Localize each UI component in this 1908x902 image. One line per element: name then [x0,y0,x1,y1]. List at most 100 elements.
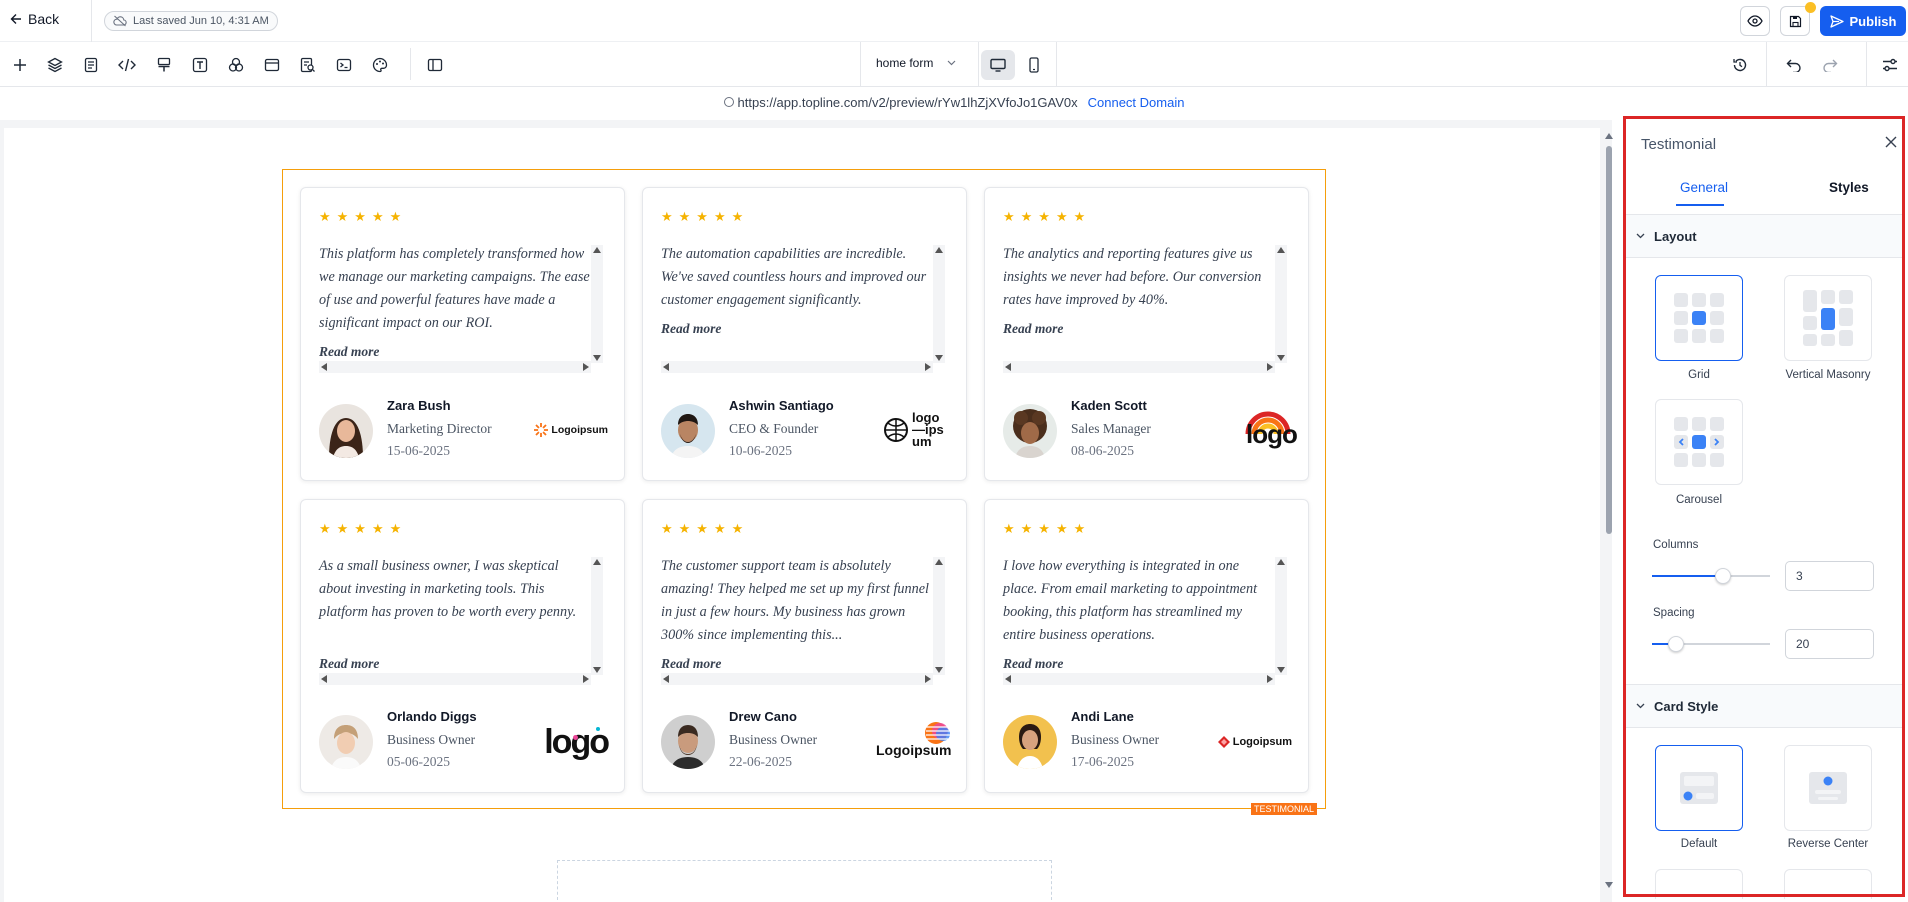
tracking-code-button[interactable] [332,53,356,77]
preview-button[interactable] [1740,6,1770,36]
custom-code-button[interactable] [115,53,139,77]
preview-url[interactable]: https://app.topline.com/v2/preview/rYw1l… [738,95,1078,110]
seo-button[interactable] [296,53,320,77]
columns-slider[interactable] [1652,568,1770,584]
layout-option-vertical-masonry[interactable] [1784,275,1872,361]
split-view-button[interactable] [423,53,447,77]
testimonial-card[interactable]: ★★★★★ I love how everything is integrate… [984,499,1309,793]
redo-button[interactable] [1818,53,1842,77]
card-style-option-default[interactable] [1655,745,1743,831]
scroll-thumb[interactable] [1606,146,1612,534]
divider [1626,727,1902,728]
divider [1766,42,1767,87]
add-icon [14,59,26,71]
divider [1626,257,1902,258]
logo-text: Logoipsum [1232,736,1292,748]
logo-text: Logoipsum [876,742,952,758]
card-style-option-reverse-center[interactable] [1784,745,1872,831]
spacing-input[interactable]: 20 [1785,629,1874,659]
layout-option-label: Grid [1688,369,1710,381]
quote-hscrollbar[interactable] [661,673,933,685]
quote-hscrollbar[interactable] [661,361,933,373]
quote-scrollbar[interactable] [1275,245,1287,363]
tab-styles[interactable]: Styles [1829,180,1869,195]
author-name: Ashwin Santiago [729,398,834,413]
back-button[interactable]: Back [10,11,59,27]
card-style-option[interactable] [1784,869,1872,899]
read-more-link[interactable]: Read more [661,656,721,672]
slider-handle[interactable] [1714,568,1731,584]
settings-toggle-button[interactable] [1878,53,1902,77]
layout-option-label: Vertical Masonry [1785,369,1871,381]
divider [1866,42,1867,87]
sections-button[interactable] [260,53,284,77]
quote-scrollbar[interactable] [933,245,945,363]
author-role: Business Owner [729,732,818,747]
quote-hscrollbar[interactable] [1003,673,1275,685]
undo-button[interactable] [1782,53,1806,77]
chevron-down-icon [1636,233,1645,239]
desktop-view-button[interactable] [981,50,1015,80]
close-icon [1885,136,1897,148]
read-more-link[interactable]: Read more [319,344,379,360]
scroll-down-arrow[interactable] [1605,882,1613,888]
theme-button[interactable] [368,53,392,77]
read-more-link[interactable]: Read more [319,656,379,672]
testimonial-card[interactable]: ★★★★★ This platform has completely trans… [300,187,625,481]
desktop-icon [990,58,1006,72]
mobile-icon [1029,57,1039,73]
send-icon [1829,14,1844,28]
chevron-down-icon [947,60,956,66]
layout-option-grid[interactable] [1655,275,1743,361]
page-selector[interactable]: home form [876,56,956,70]
tab-general[interactable]: General [1680,180,1728,195]
author-name: Orlando Diggs [387,709,477,724]
quote-scrollbar[interactable] [1275,557,1287,675]
logo-text: logo—ipsum [912,410,944,449]
layout-option-carousel[interactable] [1655,399,1743,485]
avatar [319,404,373,458]
drop-zone[interactable] [557,860,1052,900]
card-style-section-header[interactable]: Card Style [1626,685,1902,727]
connect-domain-link[interactable]: Connect Domain [1088,95,1185,110]
quote-scrollbar[interactable] [933,557,945,675]
publish-button[interactable]: Publish [1820,6,1906,36]
panel-scrollbar[interactable] [1902,214,1905,644]
layout-section-header[interactable]: Layout [1626,215,1902,257]
carousel-layout-icon [1674,417,1724,467]
components-button[interactable] [224,53,248,77]
styles-button[interactable] [152,53,176,77]
quote-hscrollbar[interactable] [319,361,591,373]
testimonial-quote: The analytics and reporting features giv… [1003,246,1262,308]
quote-hscrollbar[interactable] [1003,361,1275,373]
columns-input[interactable]: 3 [1785,561,1874,591]
canvas-scrollbar[interactable] [1605,128,1613,888]
card-style-option[interactable] [1655,869,1743,899]
read-more-link[interactable]: Read more [1003,321,1063,337]
spacing-slider[interactable] [1652,636,1770,652]
scroll-up-arrow[interactable] [1605,133,1613,139]
read-more-link[interactable]: Read more [661,321,721,337]
testimonial-date: 08-06-2025 [1071,443,1134,458]
pages-button[interactable] [79,53,103,77]
quote-scrollbar[interactable] [591,557,603,675]
quote-hscrollbar[interactable] [319,673,591,685]
add-element-button[interactable] [8,53,32,77]
testimonial-card[interactable]: ★★★★★ The customer support team is absol… [642,499,967,793]
text-button[interactable] [188,53,212,77]
history-button[interactable] [1728,53,1752,77]
close-panel-button[interactable] [1883,134,1899,150]
quote-scrollbar[interactable] [591,245,603,363]
mobile-view-button[interactable] [1017,50,1051,80]
slider-fill [1652,575,1723,577]
slider-handle[interactable] [1667,636,1684,652]
testimonial-card[interactable]: ★★★★★ The analytics and reporting featur… [984,187,1309,481]
testimonial-card[interactable]: ★★★★★ The automation capabilities are in… [642,187,967,481]
sections-icon [264,58,280,72]
grid-layout-icon [1674,293,1724,343]
divider [410,48,411,80]
read-more-link[interactable]: Read more [1003,656,1063,672]
testimonial-quote: The automation capabilities are incredib… [661,246,927,308]
testimonial-card[interactable]: ★★★★★ As a small business owner, I was s… [300,499,625,793]
layers-button[interactable] [43,53,67,77]
